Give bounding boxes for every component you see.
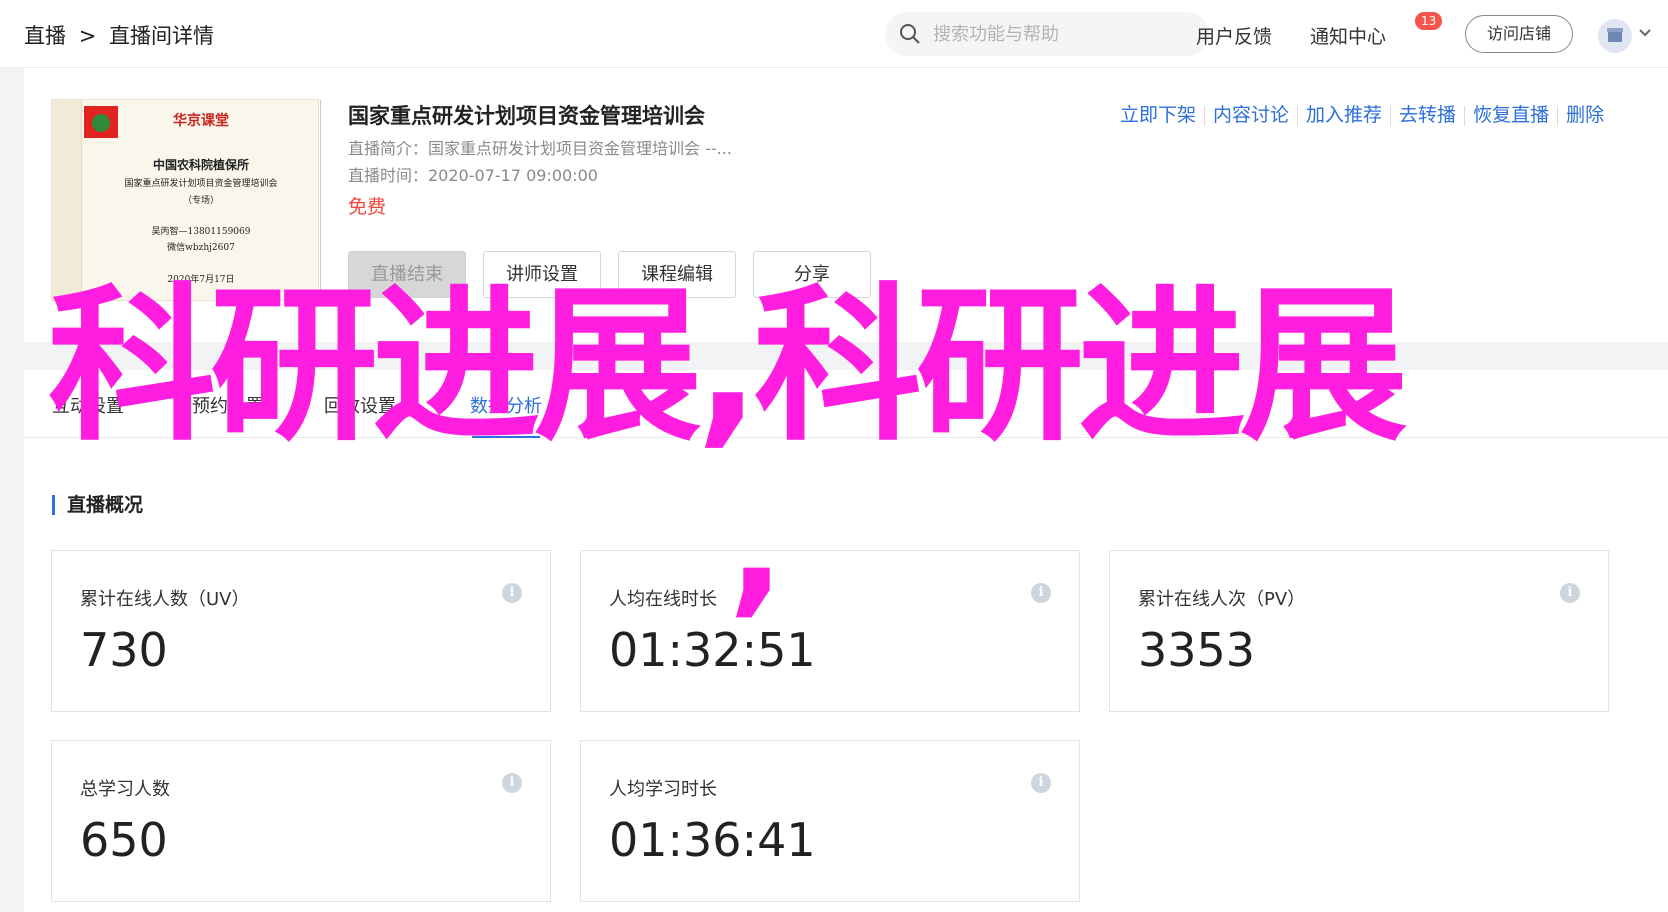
cover-sub: （专场） [182, 196, 219, 206]
overlay-watermark-text: 科研进展,科研进展 [48, 268, 1408, 464]
search-box[interactable] [885, 12, 1209, 56]
stat-label: 累计在线人次（PV） [1138, 589, 1306, 610]
stat-value: 730 [80, 623, 168, 677]
rebroadcast-link[interactable]: 去转播 [1399, 100, 1456, 127]
notification-center-link[interactable]: 通知中心 [1310, 22, 1386, 49]
cover-wechat: 微信wbzhj2607 [167, 243, 235, 253]
breadcrumb-separator: > [78, 24, 97, 48]
info-icon[interactable]: i [1560, 583, 1580, 603]
stat-value: 3353 [1138, 623, 1256, 677]
resume-live-link[interactable]: 恢复直播 [1473, 100, 1549, 127]
notification-badge: 13 [1415, 12, 1443, 30]
stat-card: 累计在线人数（UV） 730 i [51, 550, 551, 712]
info-icon[interactable]: i [502, 773, 522, 793]
recommend-link[interactable]: 加入推荐 [1306, 100, 1382, 127]
visit-store-button[interactable]: 访问店铺 [1465, 15, 1573, 53]
stat-card: 总学习人数 650 i [51, 740, 551, 902]
breadcrumb-live[interactable]: 直播 [24, 24, 66, 48]
breadcrumb-current: 直播间详情 [108, 24, 214, 48]
cover-name: 国家重点研发计划项目资金管理培训会 [124, 179, 278, 189]
stat-value: 01:36:41 [609, 813, 816, 867]
stat-card: 累计在线人次（PV） 3353 i [1109, 550, 1609, 712]
cover-brand: 华京课堂 [173, 113, 229, 129]
info-icon[interactable]: i [1031, 583, 1051, 603]
overlay-comma: , [728, 458, 785, 632]
stat-card: 人均学习时长 01:36:41 i [580, 740, 1080, 902]
info-icon[interactable]: i [502, 583, 522, 603]
feedback-link[interactable]: 用户反馈 [1196, 22, 1272, 49]
breadcrumb: 直播 > 直播间详情 [24, 20, 220, 50]
search-input[interactable] [933, 22, 1193, 46]
stat-label: 总学习人数 [80, 779, 170, 800]
cover-org: 中国农科院植保所 [152, 158, 249, 172]
course-title: 国家重点研发计划项目资金管理培训会 [348, 104, 705, 128]
stat-label: 人均在线时长 [609, 589, 717, 610]
stat-card: 人均在线时长 01:32:51 i [580, 550, 1080, 712]
course-intro: 直播简介：国家重点研发计划项目资金管理培训会 --... [348, 139, 732, 158]
top-bar: 直播 > 直播间详情 用户反馈 通知中心 13 访问店铺 [0, 0, 1668, 68]
course-time: 直播时间：2020-07-17 09:00:00 [348, 166, 598, 185]
take-down-link[interactable]: 立即下架 [1120, 100, 1196, 127]
chevron-down-icon[interactable] [1638, 28, 1652, 38]
store-avatar-icon[interactable] [1598, 19, 1632, 53]
price-label: 免费 [348, 196, 387, 218]
search-icon [900, 24, 920, 44]
discussion-link[interactable]: 内容讨论 [1213, 100, 1289, 127]
delete-link[interactable]: 删除 [1566, 100, 1604, 127]
stat-value: 650 [80, 813, 168, 867]
stat-label: 人均学习时长 [609, 779, 717, 800]
info-icon[interactable]: i [1031, 773, 1051, 793]
cover-contact: 吴丙智—13801159069 [151, 227, 251, 237]
course-actions: 立即下架 内容讨论 加入推荐 去转播 恢复直播 删除 [1120, 100, 1604, 127]
section-title: 直播概况 [52, 495, 143, 515]
stat-label: 累计在线人数（UV） [80, 589, 250, 610]
